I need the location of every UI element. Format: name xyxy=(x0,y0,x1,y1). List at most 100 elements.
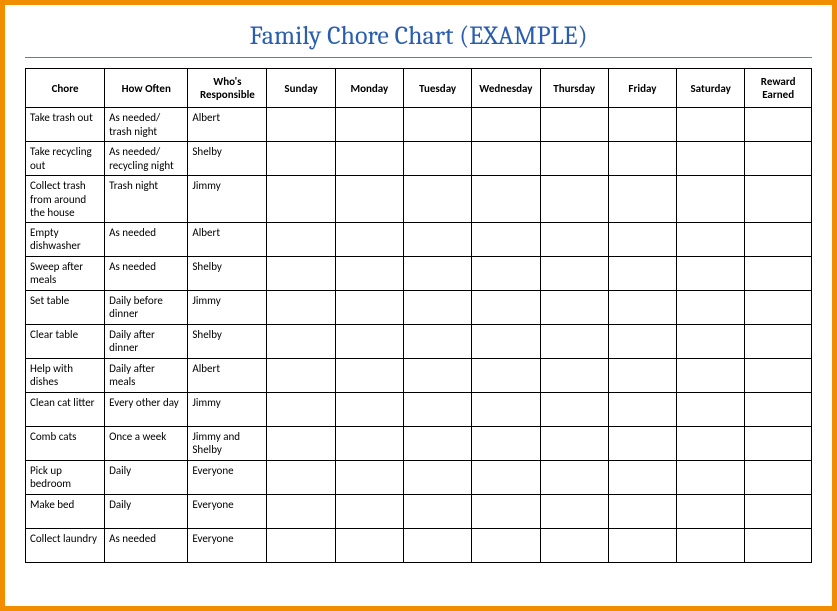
header-sunday: Sunday xyxy=(267,69,335,108)
cell-day xyxy=(677,142,745,176)
cell-chore: Set table xyxy=(26,290,105,324)
cell-day xyxy=(267,460,335,494)
cell-chore: Collect laundry xyxy=(26,528,105,562)
cell-reward xyxy=(745,142,812,176)
cell-chore: Take trash out xyxy=(26,108,105,142)
cell-day xyxy=(540,142,608,176)
cell-day xyxy=(677,290,745,324)
cell-day xyxy=(335,324,403,358)
cell-day xyxy=(677,324,745,358)
cell-day xyxy=(677,392,745,426)
cell-day xyxy=(335,222,403,256)
document-frame: Family Chore Chart (EXAMPLE) Chore How O… xyxy=(0,0,837,611)
cell-chore: Sweep after meals xyxy=(26,256,105,290)
cell-day xyxy=(335,142,403,176)
cell-day xyxy=(608,290,676,324)
cell-reward xyxy=(745,256,812,290)
cell-day xyxy=(472,392,540,426)
cell-day xyxy=(608,222,676,256)
cell-day xyxy=(267,256,335,290)
cell-how-often: Daily xyxy=(105,460,188,494)
cell-day xyxy=(267,392,335,426)
cell-day xyxy=(677,176,745,223)
header-tuesday: Tuesday xyxy=(403,69,471,108)
cell-chore: Comb cats xyxy=(26,426,105,460)
header-how-often: How Often xyxy=(105,69,188,108)
cell-day xyxy=(472,256,540,290)
cell-reward xyxy=(745,290,812,324)
cell-how-often: As needed/ trash night xyxy=(105,108,188,142)
cell-day xyxy=(472,426,540,460)
header-saturday: Saturday xyxy=(677,69,745,108)
cell-day xyxy=(472,108,540,142)
cell-how-often: As needed/ recycling night xyxy=(105,142,188,176)
cell-day xyxy=(403,426,471,460)
header-thursday: Thursday xyxy=(540,69,608,108)
cell-day xyxy=(540,494,608,528)
table-row: Comb catsOnce a weekJimmy and Shelby xyxy=(26,426,812,460)
cell-chore: Pick up bedroom xyxy=(26,460,105,494)
cell-how-often: Once a week xyxy=(105,426,188,460)
cell-who: Jimmy xyxy=(188,176,267,223)
cell-who: Albert xyxy=(188,358,267,392)
cell-how-often: Every other day xyxy=(105,392,188,426)
cell-day xyxy=(540,108,608,142)
cell-who: Albert xyxy=(188,108,267,142)
cell-day xyxy=(540,290,608,324)
cell-day xyxy=(335,176,403,223)
header-monday: Monday xyxy=(335,69,403,108)
cell-chore: Collect trash from around the house xyxy=(26,176,105,223)
cell-day xyxy=(472,290,540,324)
cell-day xyxy=(403,290,471,324)
cell-day xyxy=(335,528,403,562)
cell-day xyxy=(540,392,608,426)
cell-day xyxy=(403,108,471,142)
cell-day xyxy=(608,528,676,562)
cell-chore: Take recycling out xyxy=(26,142,105,176)
cell-day xyxy=(335,494,403,528)
table-row: Set tableDaily before dinnerJimmy xyxy=(26,290,812,324)
cell-day xyxy=(540,460,608,494)
cell-reward xyxy=(745,528,812,562)
header-who: Who's Responsible xyxy=(188,69,267,108)
cell-day xyxy=(472,176,540,223)
page-title: Family Chore Chart (EXAMPLE) xyxy=(25,19,812,58)
table-row: Help with dishesDaily after mealsAlbert xyxy=(26,358,812,392)
cell-day xyxy=(267,358,335,392)
cell-day xyxy=(267,142,335,176)
cell-who: Shelby xyxy=(188,256,267,290)
cell-who: Albert xyxy=(188,222,267,256)
cell-who: Jimmy and Shelby xyxy=(188,426,267,460)
cell-day xyxy=(403,494,471,528)
cell-day xyxy=(472,142,540,176)
cell-day xyxy=(608,392,676,426)
cell-day xyxy=(540,426,608,460)
cell-day xyxy=(335,256,403,290)
cell-day xyxy=(403,222,471,256)
header-wednesday: Wednesday xyxy=(472,69,540,108)
cell-who: Everyone xyxy=(188,528,267,562)
cell-day xyxy=(267,108,335,142)
cell-day xyxy=(677,426,745,460)
cell-reward xyxy=(745,426,812,460)
cell-day xyxy=(540,222,608,256)
header-reward: Reward Earned xyxy=(745,69,812,108)
chore-table: Chore How Often Who's Responsible Sunday… xyxy=(25,68,812,563)
cell-day xyxy=(608,494,676,528)
cell-day xyxy=(540,358,608,392)
cell-day xyxy=(335,460,403,494)
cell-who: Shelby xyxy=(188,142,267,176)
cell-chore: Clean cat litter xyxy=(26,392,105,426)
table-header-row: Chore How Often Who's Responsible Sunday… xyxy=(26,69,812,108)
cell-day xyxy=(335,108,403,142)
cell-day xyxy=(677,108,745,142)
cell-reward xyxy=(745,108,812,142)
cell-day xyxy=(403,142,471,176)
table-row: Sweep after mealsAs neededShelby xyxy=(26,256,812,290)
cell-day xyxy=(403,528,471,562)
cell-day xyxy=(472,324,540,358)
cell-day xyxy=(540,324,608,358)
cell-how-often: As needed xyxy=(105,222,188,256)
table-row: Take trash outAs needed/ trash nightAlbe… xyxy=(26,108,812,142)
cell-who: Shelby xyxy=(188,324,267,358)
